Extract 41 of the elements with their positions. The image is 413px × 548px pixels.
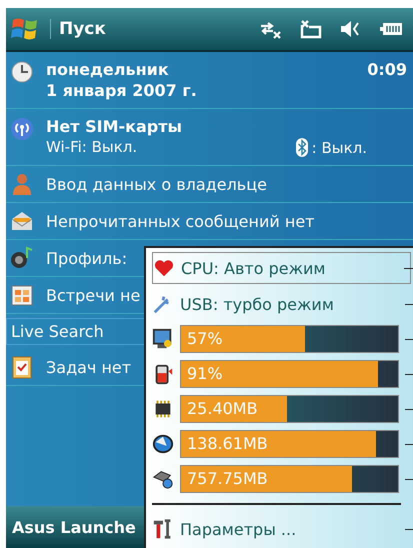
messages-row[interactable]: Непрочитанных сообщений нет [6,203,413,240]
usage-value: 138.61MB [186,434,268,453]
time-text: 0:09 [367,60,407,79]
menu-item-label: Параметры ... [180,520,298,538]
person-icon [10,172,34,196]
softkey-label[interactable]: Asus Launche [12,518,136,536]
no-signal-icon[interactable] [299,19,323,39]
bluetooth-status-text: : Выкл. [312,138,367,156]
start-label[interactable]: Пуск [50,19,249,39]
checklist-icon [10,355,34,379]
tasks-text: Задач нет [46,358,132,376]
calendar-icon [10,283,34,307]
settings-menu-item[interactable]: Параметры ... [152,514,411,544]
storage-disk-icon [152,433,174,455]
envelope-icon [10,209,34,233]
mode-menu-item[interactable]: USB: турбо режим [152,289,411,319]
speaker-note-icon [10,246,34,270]
connection-off-icon[interactable] [259,19,283,39]
messages-text: Непрочитанных сообщений нет [46,212,314,230]
usage-value: 57% [186,329,223,348]
weekday-text: понедельник [46,60,170,79]
calendar-text: Встречи не [46,286,140,304]
owner-text: Ввод данных о владельце [46,174,267,194]
date-row[interactable]: понедельник 1 января 2007 г. 0:09 [6,52,413,109]
owner-row[interactable]: Ввод данных о владельце [6,166,413,203]
wifi-status-text: Wi-Fi: Выкл. [46,138,138,157]
usage-value: 757.75MB [186,469,268,488]
storage-card-icon [152,468,174,490]
wireless-row[interactable]: Нет SIM-карты Wi-Fi: Выкл. : Выкл. [6,109,413,166]
sim-status-text: Нет SIM-карты [46,117,183,136]
profile-text: Профиль: [46,248,128,268]
monitor-icon [152,328,174,350]
usage-value: 91% [186,364,223,383]
date-text: 1 января 2007 г. [46,81,197,100]
menu-item-label: USB: турбо режим [180,294,335,314]
antenna-icon [10,117,34,141]
bluetooth-icon [296,138,308,157]
menu-item-label: CPU: Авто режим [181,258,326,278]
mode-menu-item[interactable]: CPU: Авто режим [152,252,411,284]
clock-icon [10,60,34,84]
usage-value: 25.40MB [186,399,258,418]
